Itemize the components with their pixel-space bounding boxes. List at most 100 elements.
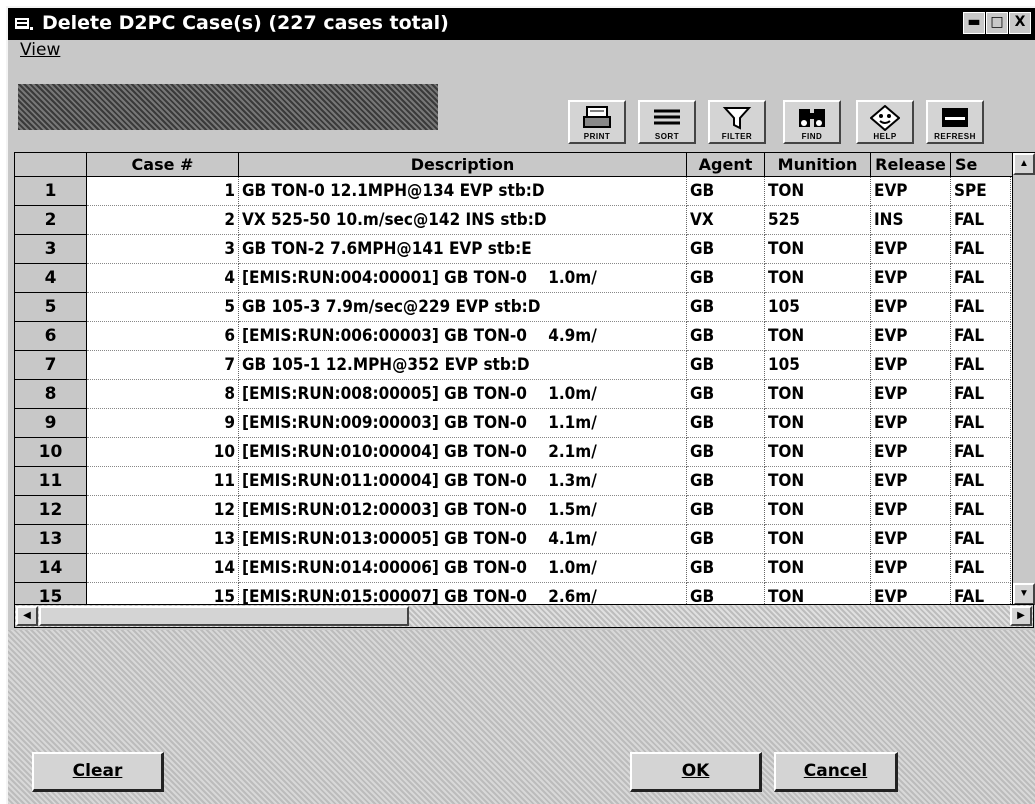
description-cell[interactable]: [EMIS:RUN:006:00003] GB TON-0 4.9m/ [239, 322, 687, 351]
sort-button[interactable]: SORT [638, 100, 696, 144]
munition-cell[interactable]: TON [765, 322, 871, 351]
release-cell[interactable]: EVP [871, 380, 951, 409]
table-row[interactable]: 10 10 [EMIS:RUN:010:00004] GB TON-0 2.1m/G… [15, 438, 1035, 467]
munition-cell[interactable]: TON [765, 235, 871, 264]
case-cell[interactable]: 8 [87, 380, 239, 409]
munition-cell[interactable]: 105 [765, 351, 871, 380]
row-header[interactable]: 5 [15, 293, 87, 322]
row-header[interactable]: 8 [15, 380, 87, 409]
description-cell[interactable]: [EMIS:RUN:009:00003] GB TON-0 1.1m/ [239, 409, 687, 438]
case-cell[interactable]: 3 [87, 235, 239, 264]
se-cell[interactable]: FAL [951, 322, 1011, 351]
horizontal-scroll-thumb[interactable] [39, 606, 409, 626]
se-cell[interactable]: FAL [951, 467, 1011, 496]
table-row[interactable]: 7 7 GB 105-1 12.MPH@352 EVP stb:D GB 105 EVP F… [15, 351, 1035, 380]
munition-cell[interactable]: TON [765, 525, 871, 554]
munition-cell[interactable]: 525 [765, 206, 871, 235]
table-row[interactable]: 3 3 GB TON-2 7.6MPH@141 EVP stb:E GB TON EVP F… [15, 235, 1035, 264]
case-cell[interactable]: 2 [87, 206, 239, 235]
row-header[interactable]: 6 [15, 322, 87, 351]
help-button[interactable]: HELP [856, 100, 914, 144]
row-header[interactable]: 3 [15, 235, 87, 264]
close-button[interactable]: X [1009, 12, 1031, 34]
description-cell[interactable]: [EMIS:RUN:015:00007] GB TON-0 2.6m/ [239, 583, 687, 605]
release-cell[interactable]: EVP [871, 525, 951, 554]
release-cell[interactable]: EVP [871, 467, 951, 496]
se-cell[interactable]: FAL [951, 409, 1011, 438]
release-cell[interactable]: EVP [871, 438, 951, 467]
table-row[interactable]: 9 9 [EMIS:RUN:009:00003] GB TON-0 1.1m/GB T… [15, 409, 1035, 438]
maximize-button[interactable]: □ [986, 12, 1008, 34]
row-header[interactable]: 9 [15, 409, 87, 438]
release-cell[interactable]: EVP [871, 264, 951, 293]
ok-button[interactable]: OK [630, 752, 762, 792]
se-cell[interactable]: FAL [951, 351, 1011, 380]
table-row[interactable]: 4 4 [EMIS:RUN:004:00001] GB TON-0 1.0m/GB T… [15, 264, 1035, 293]
menu-view[interactable]: View [20, 40, 60, 60]
agent-cell[interactable]: VX [687, 206, 765, 235]
agent-cell[interactable]: GB [687, 351, 765, 380]
se-cell[interactable]: FAL [951, 293, 1011, 322]
column-header-agent[interactable]: Agent [687, 153, 765, 177]
description-cell[interactable]: GB TON-0 12.1MPH@134 EVP stb:D [239, 177, 687, 206]
munition-cell[interactable]: TON [765, 409, 871, 438]
scroll-down-button[interactable]: ▼ [1013, 583, 1035, 605]
agent-cell[interactable]: GB [687, 409, 765, 438]
release-cell[interactable]: EVP [871, 235, 951, 264]
se-cell[interactable]: FAL [951, 438, 1011, 467]
row-header[interactable]: 11 [15, 467, 87, 496]
horizontal-scrollbar[interactable]: ◀ ▶ [14, 604, 1034, 628]
table-row[interactable]: 11 11 [EMIS:RUN:011:00004] GB TON-0 1.3m/G… [15, 467, 1035, 496]
corner-cell[interactable] [15, 153, 87, 177]
case-cell[interactable]: 12 [87, 496, 239, 525]
description-cell[interactable]: [EMIS:RUN:011:00004] GB TON-0 1.3m/ [239, 467, 687, 496]
agent-cell[interactable]: GB [687, 380, 765, 409]
table-row[interactable]: 8 8 [EMIS:RUN:008:00005] GB TON-0 1.0m/GB T… [15, 380, 1035, 409]
case-cell[interactable]: 10 [87, 438, 239, 467]
row-header[interactable]: 4 [15, 264, 87, 293]
table-row[interactable]: 2 2 VX 525-50 10.m/sec@142 INS stb:D VX 525 I… [15, 206, 1035, 235]
row-header[interactable]: 2 [15, 206, 87, 235]
cancel-button[interactable]: Cancel [774, 752, 898, 792]
case-cell[interactable]: 14 [87, 554, 239, 583]
release-cell[interactable]: EVP [871, 322, 951, 351]
agent-cell[interactable]: GB [687, 438, 765, 467]
scroll-right-button[interactable]: ▶ [1010, 606, 1032, 626]
agent-cell[interactable]: GB [687, 322, 765, 351]
refresh-button[interactable]: REFRESH [926, 100, 984, 144]
agent-cell[interactable]: GB [687, 293, 765, 322]
munition-cell[interactable]: TON [765, 264, 871, 293]
row-header[interactable]: 13 [15, 525, 87, 554]
agent-cell[interactable]: GB [687, 177, 765, 206]
munition-cell[interactable]: TON [765, 380, 871, 409]
munition-cell[interactable]: TON [765, 438, 871, 467]
title-bar[interactable]: Delete D2PC Case(s) (227 cases total) ▬ … [8, 8, 1035, 40]
munition-cell[interactable]: TON [765, 177, 871, 206]
table-row[interactable]: 15 15 [EMIS:RUN:015:00007] GB TON-0 2.6m/G… [15, 583, 1035, 605]
table-row[interactable]: 6 6 [EMIS:RUN:006:00003] GB TON-0 4.9m/GB T… [15, 322, 1035, 351]
description-cell[interactable]: [EMIS:RUN:004:00001] GB TON-0 1.0m/ [239, 264, 687, 293]
case-cell[interactable]: 15 [87, 583, 239, 605]
release-cell[interactable]: EVP [871, 409, 951, 438]
table-row[interactable]: 13 13 [EMIS:RUN:013:00005] GB TON-0 4.1m/G… [15, 525, 1035, 554]
row-header[interactable]: 12 [15, 496, 87, 525]
release-cell[interactable]: INS [871, 206, 951, 235]
release-cell[interactable]: EVP [871, 351, 951, 380]
column-header-case[interactable]: Case # [87, 153, 239, 177]
table-row[interactable]: 5 5 GB 105-3 7.9m/sec@229 EVP stb:D GB 105 EV… [15, 293, 1035, 322]
release-cell[interactable]: EVP [871, 293, 951, 322]
description-cell[interactable]: GB 105-1 12.MPH@352 EVP stb:D [239, 351, 687, 380]
description-cell[interactable]: [EMIS:RUN:014:00006] GB TON-0 1.0m/ [239, 554, 687, 583]
case-cell[interactable]: 1 [87, 177, 239, 206]
se-cell[interactable]: FAL [951, 496, 1011, 525]
agent-cell[interactable]: GB [687, 467, 765, 496]
release-cell[interactable]: EVP [871, 177, 951, 206]
agent-cell[interactable]: GB [687, 583, 765, 605]
release-cell[interactable]: EVP [871, 583, 951, 605]
filter-button[interactable]: FILTER [708, 100, 766, 144]
se-cell[interactable]: FAL [951, 235, 1011, 264]
case-cell[interactable]: 11 [87, 467, 239, 496]
agent-cell[interactable]: GB [687, 496, 765, 525]
description-cell[interactable]: [EMIS:RUN:010:00004] GB TON-0 2.1m/ [239, 438, 687, 467]
release-cell[interactable]: EVP [871, 496, 951, 525]
